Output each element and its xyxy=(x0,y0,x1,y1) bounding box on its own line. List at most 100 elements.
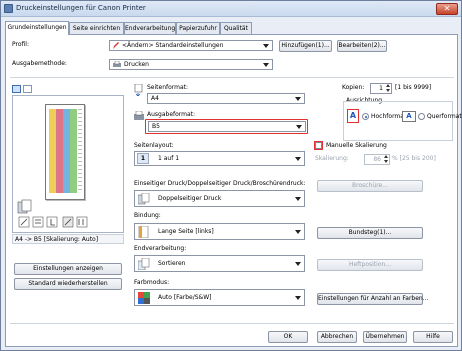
divider xyxy=(10,77,454,78)
chevron-down-icon xyxy=(295,296,301,300)
copies-value: 1 xyxy=(379,85,383,92)
duplex-select[interactable]: Doppelseitiger Druck xyxy=(134,190,305,207)
landscape-icon: A xyxy=(402,111,416,122)
chevron-down-icon xyxy=(295,230,301,234)
tab-page-setup[interactable]: Seite einrichten xyxy=(69,22,124,34)
page-preview xyxy=(45,104,85,200)
landscape-radio[interactable] xyxy=(418,113,425,120)
preview-caption-box: A4 -> B5 [Skalierung: Auto] xyxy=(12,234,124,244)
arrow-up-icon[interactable] xyxy=(386,84,390,87)
help-button[interactable]: Hilfe xyxy=(413,331,453,343)
show-settings-button[interactable]: Einstellungen anzeigen xyxy=(14,263,122,275)
title-bar: Druckeinstellungen für Canon Printer ✕ xyxy=(1,1,461,17)
finishing-label: Endverarbeitung: xyxy=(134,245,187,252)
duplex-value: Doppelseitiger Druck xyxy=(158,195,222,202)
binding-label: Bindung: xyxy=(134,212,161,219)
page-size-value: A4 xyxy=(151,95,159,102)
layout-1on1-icon: 1 xyxy=(137,153,149,164)
output-size-label: Ausgabeformat: xyxy=(147,111,196,118)
edit-profile-button[interactable]: Bearbeiten(2)... xyxy=(337,40,387,52)
profile-label: Profil: xyxy=(12,41,29,48)
preview-status-icons xyxy=(17,216,121,228)
portrait-radio[interactable] xyxy=(362,113,369,120)
color-mode-label: Farbmodus: xyxy=(134,279,170,286)
arrow-up-icon[interactable] xyxy=(384,155,388,158)
profile-value: <Ändern> Standardeinstellungen xyxy=(122,42,224,49)
color-mode-select[interactable]: Auto [Farbe/S&W] xyxy=(134,289,305,306)
profile-select[interactable]: <Ändern> Standardeinstellungen xyxy=(109,40,273,51)
copies-label: Kopien: xyxy=(342,84,365,91)
preview-mode-icon[interactable] xyxy=(12,85,21,93)
tab-basic-settings[interactable]: Grundeinstellungen xyxy=(5,21,69,35)
printer-icon xyxy=(4,4,13,13)
add-profile-button[interactable]: Hinzufügen(1)... xyxy=(279,40,332,52)
tab-quality[interactable]: Qualität xyxy=(220,22,252,34)
manual-scaling-checkbox[interactable] xyxy=(315,142,322,149)
preview-area xyxy=(12,95,124,233)
output-size-select[interactable]: B5 xyxy=(148,121,306,132)
output-size-icon xyxy=(134,110,144,121)
preview-text-lines xyxy=(78,109,82,193)
window-title: Druckeinstellungen für Canon Printer xyxy=(16,4,146,12)
duplex-print-icon xyxy=(137,192,150,205)
chevron-down-icon xyxy=(295,197,301,201)
chevron-down-icon xyxy=(295,97,301,101)
color-mode-value: Auto [Farbe/S&W] xyxy=(158,294,212,301)
duplex-icon xyxy=(17,199,33,215)
output-method-label: Ausgabemethode: xyxy=(12,60,67,67)
printer-settings-window: Druckeinstellungen für Canon Printer ✕ G… xyxy=(0,0,462,351)
page-layout-label: Seitenlayout: xyxy=(134,142,174,149)
finishing-value: Sortieren xyxy=(158,260,186,267)
scaling-range: % [25 bis 200] xyxy=(392,155,436,162)
copies-stepper[interactable]: 1 xyxy=(370,83,392,94)
scaling-label: Skalierung: xyxy=(315,155,349,162)
ok-button[interactable]: OK xyxy=(268,331,308,343)
collate-icon xyxy=(137,257,150,271)
close-button[interactable]: ✕ xyxy=(436,3,458,15)
manual-scaling-label: Manuelle Skalierung xyxy=(326,142,387,149)
scaling-stepper[interactable]: 86 xyxy=(364,154,390,165)
arrow-down-icon[interactable] xyxy=(384,160,388,163)
pencil-icon xyxy=(113,42,119,49)
chevron-down-icon xyxy=(263,63,269,67)
orientation-group xyxy=(343,101,453,141)
page-layout-value: 1 auf 1 xyxy=(158,155,180,162)
output-method-select[interactable]: Drucken xyxy=(109,59,273,70)
gutter-button[interactable]: Bundsteg(1)... xyxy=(317,227,423,239)
chevron-down-icon xyxy=(263,44,269,48)
portrait-icon: A xyxy=(347,109,359,123)
binding-value: Lange Seite [links] xyxy=(158,228,214,235)
preview-image xyxy=(49,109,77,193)
booklet-button[interactable]: Broschüre... xyxy=(317,180,423,192)
page-layout-select[interactable]: 1 1 auf 1 xyxy=(134,151,305,166)
chevron-down-icon xyxy=(296,125,302,129)
output-method-value: Drucken xyxy=(124,61,149,68)
scaling-value: 86 xyxy=(373,156,381,163)
divider xyxy=(10,323,454,324)
printer-icon xyxy=(113,60,121,68)
long-edge-binding-icon xyxy=(138,225,150,239)
chevron-down-icon xyxy=(295,262,301,266)
finishing-select[interactable]: Sortieren xyxy=(134,255,305,272)
duplex-label: Einseitiger Druck/Doppelseitiger Druck/B… xyxy=(134,180,306,187)
arrow-down-icon[interactable] xyxy=(386,89,390,92)
preview-caption: A4 -> B5 [Skalierung: Auto] xyxy=(15,236,99,243)
color-mode-icon xyxy=(138,292,150,304)
output-size-value: B5 xyxy=(152,123,160,130)
cancel-button[interactable]: Abbrechen xyxy=(317,331,357,343)
tab-finishing[interactable]: Endverarbeitung xyxy=(124,22,176,34)
tab-paper-source[interactable]: Papierzufuhr xyxy=(176,22,220,34)
restore-defaults-button[interactable]: Standard wiederherstellen xyxy=(14,278,122,290)
landscape-label: Querformat xyxy=(427,113,462,120)
copies-range: [1 bis 9999] xyxy=(395,84,432,91)
printer-view-icon[interactable] xyxy=(23,85,32,93)
binding-select[interactable]: Lange Seite [links] xyxy=(134,223,305,240)
chevron-down-icon xyxy=(295,157,301,161)
apply-button[interactable]: Übernehmen xyxy=(363,331,407,343)
staple-position-button[interactable]: Heftposition... xyxy=(317,259,423,271)
page-size-label: Seitenformat: xyxy=(147,84,189,91)
tab-panel: Profil: <Ändern> Standardeinstellungen H… xyxy=(5,34,462,347)
page-size-icon xyxy=(134,83,144,97)
page-size-select[interactable]: A4 xyxy=(147,93,305,104)
color-settings-button[interactable]: Einstellungen für Anzahl an Farben... xyxy=(317,293,428,305)
